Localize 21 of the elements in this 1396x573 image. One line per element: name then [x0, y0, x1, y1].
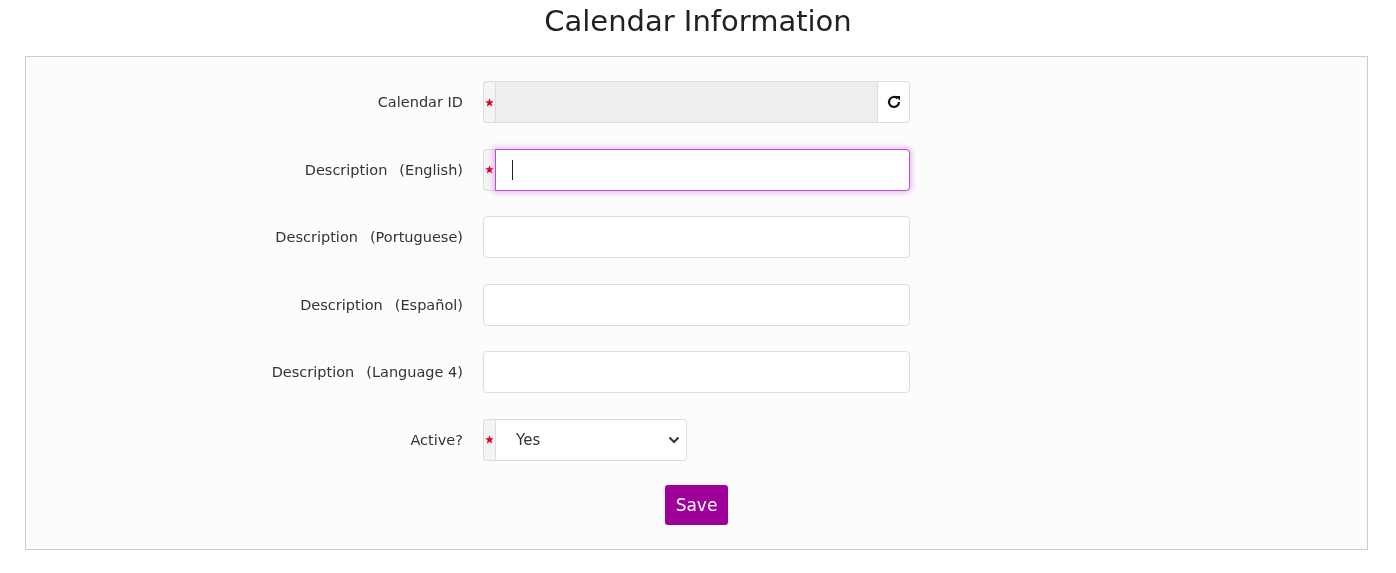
select-field[interactable]: Yes [495, 418, 687, 461]
star-icon [485, 97, 494, 107]
page-title: Calendar Information [543, 3, 853, 40]
chevron-icon [668, 435, 680, 444]
language-label: (Language 4) [366, 364, 463, 380]
field-label: Active? [410, 431, 463, 448]
field-label: Description [271, 364, 355, 380]
save-button[interactable]: Save [664, 485, 729, 525]
language-label: (Portuguese) [369, 229, 463, 245]
text-field[interactable] [495, 148, 910, 191]
field-label: Description [300, 296, 383, 313]
refresh-icon [885, 94, 902, 110]
text-cursor [512, 159, 513, 180]
field-label: Description [304, 161, 388, 178]
language-label: (English) [399, 161, 463, 178]
refresh-button[interactable] [878, 81, 910, 123]
star-icon [485, 165, 494, 174]
language-label: (Español) [394, 296, 463, 313]
field-label: Calendar ID [377, 94, 463, 110]
star-icon [485, 435, 494, 444]
field-label: Description [275, 229, 358, 245]
